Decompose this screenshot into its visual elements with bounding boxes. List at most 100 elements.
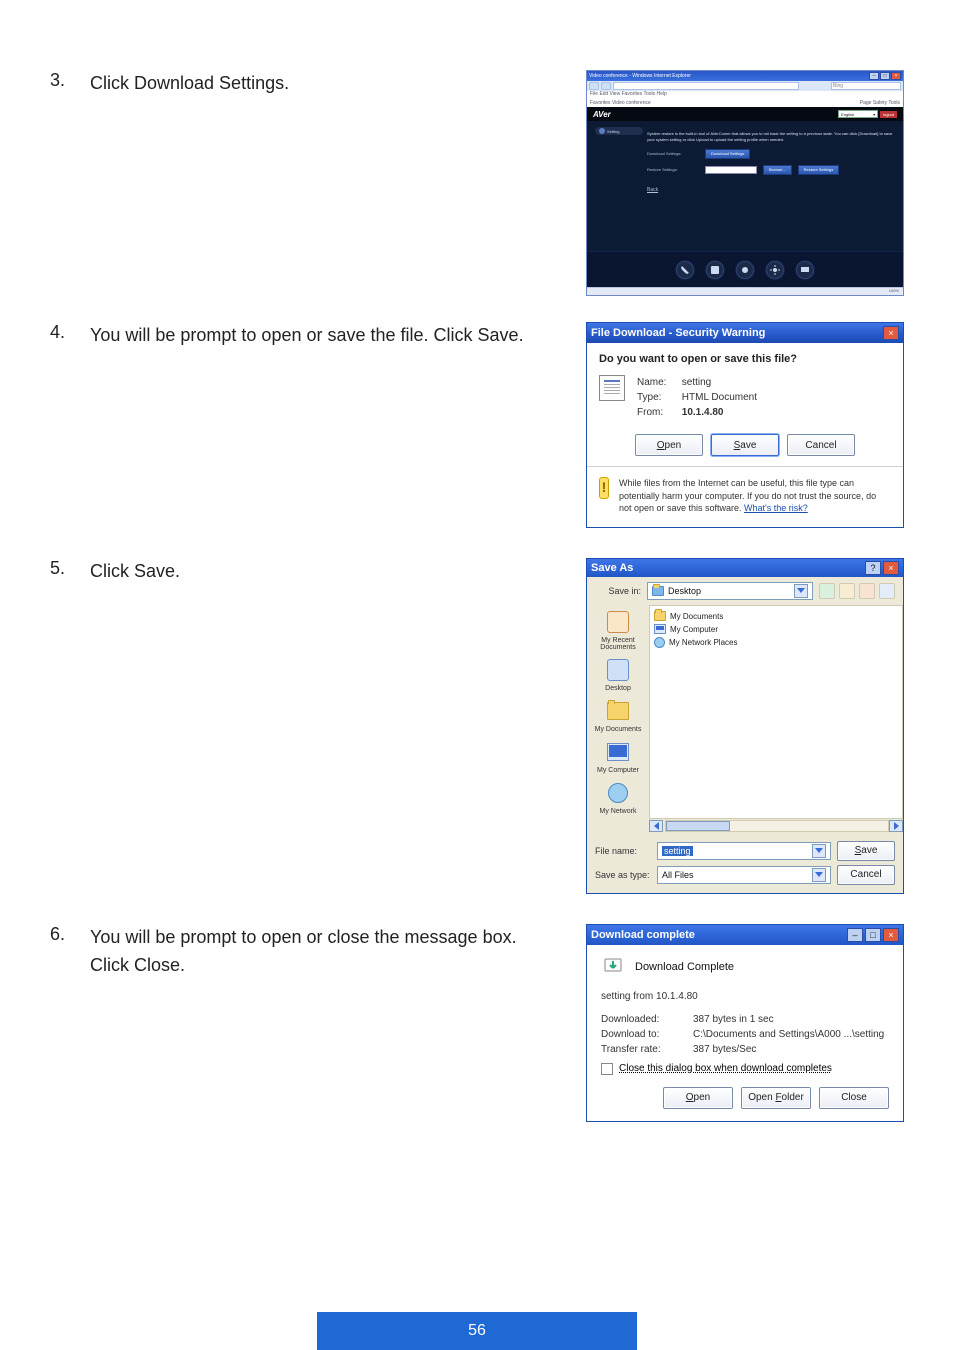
close-icon[interactable]: × — [883, 928, 899, 942]
dock — [587, 251, 903, 287]
step-text: You will be prompt to open or save the f… — [90, 322, 540, 528]
back-link[interactable]: Back — [647, 187, 893, 195]
download-label: Download Settings: — [647, 151, 699, 157]
place-recent[interactable]: My Recent Documents — [590, 609, 646, 651]
fav-right: Page Safety Tools — [860, 100, 900, 106]
list-item[interactable]: My Computer — [654, 623, 898, 636]
language-select[interactable]: English▾ — [838, 110, 878, 118]
warning-icon: ! — [599, 477, 609, 499]
place-computer[interactable]: My Computer — [590, 739, 646, 774]
chevron-down-icon[interactable] — [794, 584, 808, 598]
page-number: 56 — [317, 1312, 637, 1350]
sidebar-label: Setting — [607, 129, 619, 134]
close-icon[interactable]: × — [883, 326, 899, 340]
close-icon[interactable]: × — [891, 72, 901, 80]
window-title: File Download - Security Warning — [591, 327, 765, 339]
step-number: 3. — [50, 70, 90, 296]
dock-screen-icon[interactable] — [796, 261, 814, 279]
place-docs[interactable]: My Documents — [590, 698, 646, 733]
restore-label: Restore Settings: — [647, 167, 699, 173]
step-number: 6. — [50, 924, 90, 1122]
chevron-down-icon[interactable] — [812, 868, 826, 882]
address-bar[interactable] — [613, 82, 799, 90]
back-icon[interactable] — [589, 82, 599, 90]
brand-bar: AVer English▾ logout — [587, 107, 903, 121]
close-when-done-checkbox[interactable] — [601, 1063, 613, 1075]
views-icon[interactable] — [879, 583, 895, 599]
fav-left: Favorites Video conference — [590, 100, 651, 106]
cancel-button[interactable]: Cancel — [837, 865, 895, 885]
help-icon[interactable]: ? — [865, 561, 881, 575]
title-bar: Video conference - Windows Internet Expl… — [587, 71, 903, 81]
download-settings-button[interactable]: Download Settings — [705, 149, 750, 159]
chevron-down-icon[interactable] — [812, 844, 826, 858]
horizontal-scrollbar[interactable] — [649, 819, 903, 833]
minimize-icon[interactable]: – — [869, 72, 879, 80]
browse-button[interactable]: Browse... — [763, 165, 792, 175]
whats-the-risk-link[interactable]: What's the risk? — [744, 503, 808, 513]
list-item[interactable]: My Network Places — [654, 636, 898, 649]
description-text: System restore is the built-in tool of A… — [647, 131, 893, 143]
place-desktop[interactable]: Desktop — [590, 657, 646, 692]
savein-select[interactable]: Desktop — [647, 582, 813, 600]
desktop-icon — [652, 586, 664, 596]
open-button[interactable]: Open — [663, 1087, 733, 1109]
savein-value: Desktop — [668, 586, 701, 596]
dock-gear-icon[interactable] — [766, 261, 784, 279]
search-input[interactable]: Bing — [831, 82, 901, 90]
save-button[interactable]: Save — [711, 434, 779, 456]
open-folder-button[interactable]: Open Folder — [741, 1087, 811, 1109]
restore-input[interactable] — [705, 166, 757, 174]
zoom-label: 100% — [889, 288, 899, 295]
close-button[interactable]: Close — [819, 1087, 889, 1109]
filename-input[interactable]: setting — [657, 842, 831, 860]
scroll-right-icon[interactable] — [889, 820, 903, 832]
list-item[interactable]: My Documents — [654, 610, 898, 623]
screenshot-browser: Video conference - Windows Internet Expl… — [586, 70, 904, 296]
screenshot-save-as: Save As ? × Save in: Desktop — [586, 558, 904, 894]
step-text: Click Download Settings. — [90, 70, 540, 296]
dock-contacts-icon[interactable] — [706, 261, 724, 279]
type-label: Save as type: — [595, 870, 651, 880]
window-title: Download complete — [591, 929, 695, 941]
dock-camera-icon[interactable] — [736, 261, 754, 279]
close-icon[interactable]: × — [883, 561, 899, 575]
type-value: All Files — [662, 870, 694, 880]
savein-label: Save in: — [595, 586, 641, 596]
maximize-icon[interactable]: □ — [865, 928, 881, 942]
step-text: Click Save. — [90, 558, 540, 894]
up-icon[interactable] — [839, 583, 855, 599]
type-select[interactable]: All Files — [657, 866, 831, 884]
scroll-left-icon[interactable] — [649, 820, 663, 832]
place-network[interactable]: My Network — [590, 780, 646, 815]
file-info: Name: setting Type: HTML Document From: … — [637, 375, 757, 420]
forward-icon[interactable] — [601, 82, 611, 90]
file-list[interactable]: My Documents My Computer My Network Plac… — [649, 605, 903, 819]
download-info: Downloaded:387 bytes in 1 sec Download t… — [601, 1012, 889, 1057]
save-button[interactable]: Save — [837, 841, 895, 861]
gear-icon — [599, 128, 605, 134]
back-icon[interactable] — [819, 583, 835, 599]
screenshot-download-complete: Download complete – □ × Download Complet… — [586, 924, 904, 1122]
filename-value: setting — [662, 846, 693, 856]
step-text: You will be prompt to open or close the … — [90, 924, 540, 1122]
network-icon — [654, 637, 665, 648]
cancel-button[interactable]: Cancel — [787, 434, 855, 456]
menu-bar[interactable]: File Edit View Favorites Tools Help — [587, 91, 903, 99]
sidebar-item-setting[interactable]: Setting — [595, 127, 643, 135]
search-placeholder: Bing — [833, 83, 843, 89]
heading: Download Complete — [635, 961, 734, 973]
footer: 56 — [0, 1312, 954, 1350]
nav-bar: Bing — [587, 81, 903, 91]
maximize-icon[interactable]: □ — [880, 72, 890, 80]
logout-button[interactable]: logout — [880, 111, 897, 118]
open-button[interactable]: Open — [635, 434, 703, 456]
filename-label: File name: — [595, 846, 651, 856]
file-line: setting from 10.1.4.80 — [601, 991, 889, 1002]
dock-phone-icon[interactable] — [676, 261, 694, 279]
restore-settings-button[interactable]: Restore Settings — [798, 165, 840, 175]
favorites-bar[interactable]: Favorites Video conference Page Safety T… — [587, 99, 903, 107]
new-folder-icon[interactable] — [859, 583, 875, 599]
download-complete-icon — [601, 955, 625, 979]
minimize-icon[interactable]: – — [847, 928, 863, 942]
